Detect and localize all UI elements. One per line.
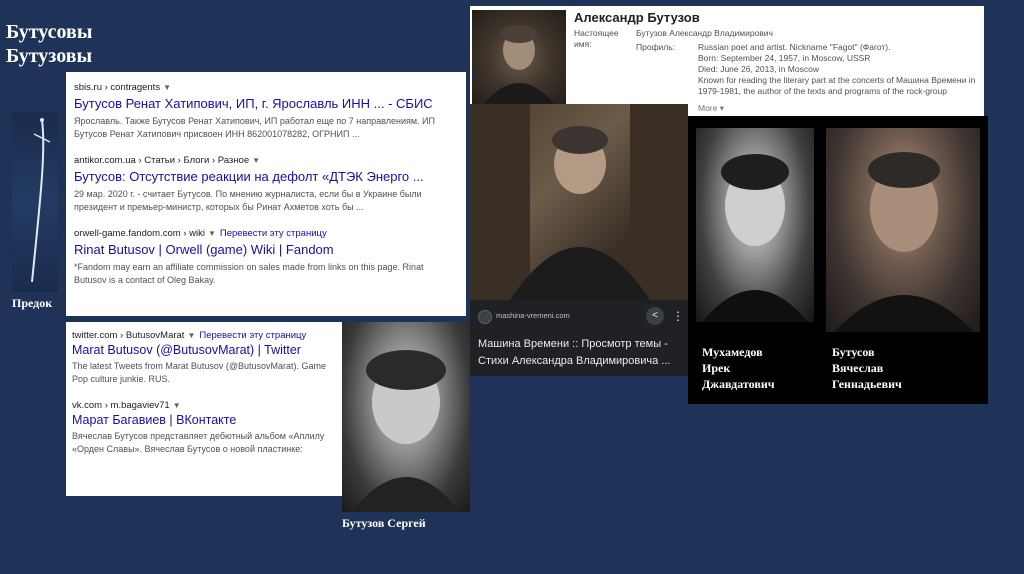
image-result-title[interactable]: Машина Времени :: Просмотр темы - Стихи … xyxy=(478,336,684,370)
sword-image xyxy=(12,112,58,292)
knowledge-panel-name: Александр Бутузов xyxy=(574,10,700,25)
result-title-link[interactable]: Бутусов: Отсутствие реакции на дефолт «Д… xyxy=(74,169,458,184)
portrait-icon xyxy=(834,152,974,332)
actors-panel: Мухамедов Ирек Джавдатович Бутусов Вячес… xyxy=(688,116,988,404)
share-icon[interactable]: < xyxy=(646,307,664,325)
caption-mukhamedov: Мухамедов Ирек Джавдатович xyxy=(702,345,775,391)
knowledge-panel: Александр Бутузов Настоящее имя: Бутузов… xyxy=(470,6,984,116)
sword-icon xyxy=(31,118,51,283)
result-url[interactable]: antikor.com.ua › Статьи › Блоги › Разное… xyxy=(74,155,458,166)
result-url[interactable]: twitter.com › ButusovMarat ▼ Перевести эту… xyxy=(72,330,340,341)
dropdown-arrow-icon[interactable]: ▼ xyxy=(252,156,260,165)
result-snippet: Вячеслав Бутусов представляет дебютный а… xyxy=(72,431,325,454)
caption-sergey: Бутузов Сергей xyxy=(342,516,426,530)
dropdown-arrow-icon[interactable]: ▼ xyxy=(187,331,195,340)
title-line-2: Бутузовы xyxy=(6,45,93,67)
real-name-label: Настоящее имя: xyxy=(574,28,619,49)
knowledge-panel-photo[interactable] xyxy=(472,10,566,106)
caption-butusov-vyacheslav: Бутусов Вячеслав Геннадьевич xyxy=(832,345,902,391)
photo-butuzov-sergey xyxy=(342,322,470,512)
search-result: antikor.com.ua › Статьи › Блоги › Разное… xyxy=(74,155,458,214)
search-result: vk.com › m.bagaviev71 ▼ Марат Багавиев | … xyxy=(72,400,340,456)
result-url[interactable]: orwell-game.fandom.com › wiki ▼ Перевести … xyxy=(74,228,458,239)
translate-link[interactable]: Перевести эту страницу xyxy=(199,330,306,341)
search-result: sbis.ru › contragents ▼ Бутусов Ренат Хат… xyxy=(74,82,458,141)
image-source-url[interactable]: mashina-vremeni.com xyxy=(496,311,570,320)
result-title-link[interactable]: Rinat Butusov | Orwell (game) Wiki | Fan… xyxy=(74,242,458,257)
result-snippet: 29 мар. 2020 г. - считает Бутусов. По мн… xyxy=(74,189,422,212)
result-snippet: *Fandom may earn an affiliate commission… xyxy=(74,262,424,285)
title-line-1: Бутусовы xyxy=(6,21,93,43)
search-results-card-top: sbis.ru › contragents ▼ Бутусов Ренат Хат… xyxy=(66,72,466,316)
sword-caption: Предок xyxy=(12,296,53,310)
result-title-link[interactable]: Марат Багавиев | ВКонтакте xyxy=(72,413,340,427)
result-title-link[interactable]: Marat Butusov (@ButusovMarat) | Twitter xyxy=(72,343,340,357)
photo-mukhamedov xyxy=(696,128,814,322)
result-url[interactable]: vk.com › m.bagaviev71 ▼ xyxy=(72,400,340,411)
profile-label: Профиль: xyxy=(636,42,676,52)
chevron-down-icon: ▾ xyxy=(719,103,725,113)
portrait-icon xyxy=(470,104,688,300)
portrait-icon xyxy=(482,25,556,106)
dropdown-arrow-icon[interactable]: ▼ xyxy=(173,401,181,410)
real-name-value: Бутузов Александр Владимирович xyxy=(636,28,773,38)
result-snippet: The latest Tweets from Marat Butusov (@B… xyxy=(72,361,327,384)
result-url[interactable]: sbis.ru › contragents ▼ xyxy=(74,82,458,93)
more-toggle[interactable]: More ▾ xyxy=(698,103,724,114)
result-title-link[interactable]: Бутусов Ренат Хатипович, ИП, г. Ярославл… xyxy=(74,96,458,111)
slide-title: Бутусовы Бутузовы xyxy=(6,20,92,68)
image-result-card[interactable]: mashina-vremeni.com < ⋮ Машина Времени :… xyxy=(470,104,688,376)
search-result: orwell-game.fandom.com › wiki ▼ Перевести … xyxy=(74,228,458,287)
portrait-icon xyxy=(702,154,808,322)
photo-butusov-vyacheslav xyxy=(826,128,980,332)
dropdown-arrow-icon[interactable]: ▼ xyxy=(208,229,216,238)
portrait-icon xyxy=(352,350,460,512)
site-favicon-icon xyxy=(478,310,492,324)
more-options-icon[interactable]: ⋮ xyxy=(672,307,684,325)
result-snippet: Ярославль. Также Бутусов Ренат Хатипович… xyxy=(74,116,435,139)
search-result: twitter.com › ButusovMarat ▼ Перевести эту… xyxy=(72,330,340,386)
translate-link[interactable]: Перевести эту страницу xyxy=(220,228,327,239)
profile-text: Russian poet and artist. Nickname "Fagot… xyxy=(698,42,976,96)
search-results-card-bottom: twitter.com › ButusovMarat ▼ Перевести эту… xyxy=(66,322,346,496)
dropdown-arrow-icon[interactable]: ▼ xyxy=(163,83,171,92)
image-result-photo[interactable] xyxy=(470,104,688,300)
